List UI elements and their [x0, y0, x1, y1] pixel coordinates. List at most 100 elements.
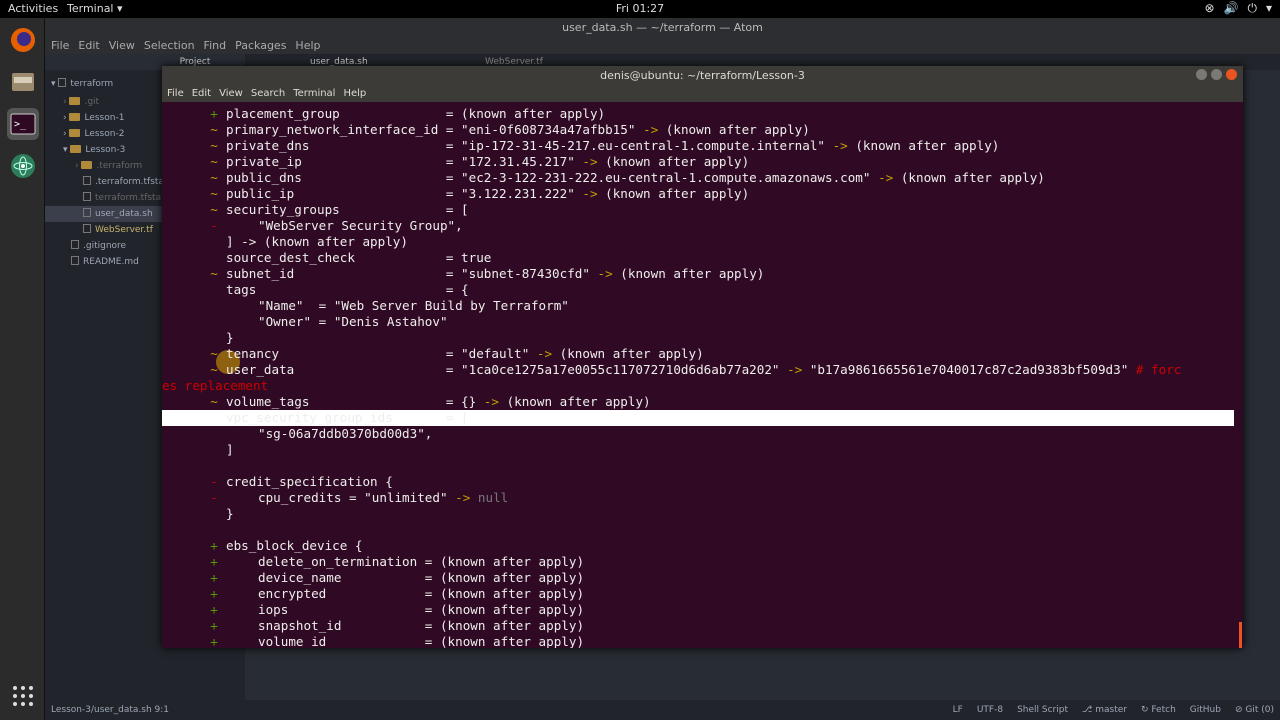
line-text: public_ip = "3.122.231.222" -> (known af… — [226, 186, 750, 201]
folder-icon — [81, 161, 93, 169]
tree-item-gitignore[interactable]: .gitignore — [71, 238, 126, 254]
line-text: source_dest_check = true — [226, 250, 492, 265]
diff-marker: ~ — [210, 170, 218, 185]
minimize-icon[interactable] — [1196, 69, 1207, 80]
folder-icon — [69, 97, 81, 105]
line-text: public_dns = "ec2-3-122-231-222.eu-centr… — [226, 170, 1045, 185]
network-icon[interactable]: ⊗ — [1204, 1, 1214, 16]
line-text: "sg-06a7ddb0370bd00d3", — [258, 426, 433, 441]
diff-marker: + — [210, 570, 218, 585]
terminal-output[interactable]: + placement_group = (known after apply) ~ p… — [162, 102, 1243, 648]
folder-icon — [69, 113, 81, 121]
status-git[interactable]: ⊘ Git (0) — [1235, 700, 1274, 720]
show-apps-icon[interactable] — [7, 680, 39, 712]
diff-marker: - — [210, 490, 218, 505]
diff-marker: ~ — [210, 346, 218, 361]
diff-marker: + — [210, 602, 218, 617]
line-text: encrypted = (known after apply) — [258, 586, 585, 601]
maximize-icon[interactable] — [1211, 69, 1222, 80]
diff-marker: + — [210, 554, 218, 569]
atom-menu-view[interactable]: View — [109, 37, 135, 54]
status-github[interactable]: GitHub — [1190, 700, 1221, 720]
close-icon[interactable] — [1226, 69, 1237, 80]
diff-marker: ~ — [210, 138, 218, 153]
diff-marker: + — [210, 538, 218, 553]
file-icon — [83, 192, 91, 201]
line-text: placement_group = (known after apply) — [226, 106, 606, 121]
svg-text:>_: >_ — [14, 119, 27, 130]
top-bar: Activities Terminal ▾ Fri 01:27 ⊗ 🔊 ⏻ ▾ — [0, 0, 1280, 18]
terminal-menu-search[interactable]: Search — [251, 85, 285, 102]
diff-marker: ~ — [210, 154, 218, 169]
line-text: ebs_block_device { — [226, 538, 363, 553]
wrapped-comment: es replacement — [162, 378, 269, 393]
clock[interactable]: Fri 01:27 — [0, 2, 1280, 15]
tree-item-dot-terraform[interactable]: › .terraform — [75, 158, 142, 174]
terminal-menu-help[interactable]: Help — [343, 85, 366, 102]
line-text: iops = (known after apply) — [258, 602, 585, 617]
status-grammar[interactable]: Shell Script — [1017, 700, 1068, 720]
tree-item-dot-tfstate[interactable]: .terraform.tfstate — [83, 174, 173, 190]
status-fetch[interactable]: ↻ Fetch — [1141, 700, 1176, 720]
line-text: "WebServer Security Group", — [258, 218, 463, 233]
atom-menu-find[interactable]: Find — [204, 37, 227, 54]
line-text: tags = { — [226, 282, 469, 297]
tree-item-lesson3[interactable]: ▾ Lesson-3 — [63, 142, 125, 158]
terminal-menu-terminal[interactable]: Terminal — [293, 85, 335, 102]
power-icon[interactable]: ⏻ — [1247, 1, 1257, 16]
line-text: subnet_id = "subnet-87430cfd" -> (known … — [226, 266, 765, 281]
chevron-down-icon[interactable]: ▾ — [1266, 1, 1272, 16]
atom-menu-packages[interactable]: Packages — [235, 37, 286, 54]
files-icon[interactable] — [7, 66, 39, 98]
repo-icon — [58, 78, 67, 87]
system-tray[interactable]: ⊗ 🔊 ⏻ ▾ — [1204, 1, 1272, 16]
diff-marker: - — [210, 474, 218, 489]
file-icon — [83, 208, 91, 217]
atom-menu-file[interactable]: File — [51, 37, 69, 54]
atom-menu-selection[interactable]: Selection — [144, 37, 195, 54]
tree-item-terraform[interactable]: ▾ terraform — [51, 76, 113, 92]
line-text: volume_id = (known after apply) — [258, 634, 585, 648]
terminal-menu-file[interactable]: File — [167, 85, 184, 102]
terminal-menu-view[interactable]: View — [219, 85, 243, 102]
line-text: delete_on_termination = (known after app… — [258, 554, 585, 569]
line-text: vpc_security_group_ids = [ — [226, 410, 469, 425]
terminal-icon[interactable]: >_ — [7, 108, 39, 140]
line-text: private_dns = "ip-172-31-45-217.eu-centr… — [226, 138, 1000, 153]
atom-menu-help[interactable]: Help — [295, 37, 320, 54]
dock: >_ — [0, 18, 45, 720]
terminal-title: denis@ubuntu: ~/terraform/Lesson-3 — [600, 69, 805, 82]
status-branch[interactable]: ⎇ master — [1082, 700, 1127, 720]
tree-item-lesson1[interactable]: › Lesson-1 — [63, 110, 124, 126]
diff-marker: ~ — [210, 362, 218, 377]
terminal-scrollbar[interactable] — [1239, 622, 1242, 648]
line-text: "Name" = "Web Server Build by Terraform" — [258, 298, 569, 313]
volume-icon[interactable]: 🔊 — [1224, 1, 1239, 16]
terminal-menu-edit[interactable]: Edit — [192, 85, 211, 102]
diff-marker: + — [210, 586, 218, 601]
diff-marker: - — [210, 218, 218, 233]
status-encoding[interactable]: UTF-8 — [977, 700, 1003, 720]
atom-menu-edit[interactable]: Edit — [78, 37, 99, 54]
tree-item-readme[interactable]: README.md — [71, 254, 139, 270]
terminal-menu-bar: File Edit View Search Terminal Help — [162, 85, 1243, 102]
tree-item-lesson2[interactable]: › Lesson-2 — [63, 126, 124, 142]
chevron-down-icon: ▾ — [51, 79, 59, 89]
diff-marker: + — [210, 618, 218, 633]
status-line-ending[interactable]: LF — [953, 700, 963, 720]
firefox-icon[interactable] — [7, 24, 39, 56]
diff-marker: ~ — [210, 266, 218, 281]
line-text: ] — [226, 442, 234, 457]
tree-item-webserver[interactable]: WebServer.tf — [83, 222, 153, 238]
tree-item-git[interactable]: › .git — [63, 94, 99, 110]
folder-icon — [69, 129, 81, 137]
file-icon — [83, 224, 91, 233]
diff-marker: ~ — [210, 202, 218, 217]
atom-icon[interactable] — [7, 150, 39, 182]
terminal-titlebar[interactable]: denis@ubuntu: ~/terraform/Lesson-3 — [162, 66, 1243, 85]
status-file-position[interactable]: Lesson-3/user_data.sh 9:1 — [51, 700, 169, 720]
atom-menu-bar: File Edit View Selection Find Packages H… — [45, 37, 1280, 54]
tree-item-tfstate[interactable]: terraform.tfstate — [83, 190, 170, 206]
folder-icon — [70, 145, 82, 153]
line-text: security_groups = [ — [226, 202, 469, 217]
